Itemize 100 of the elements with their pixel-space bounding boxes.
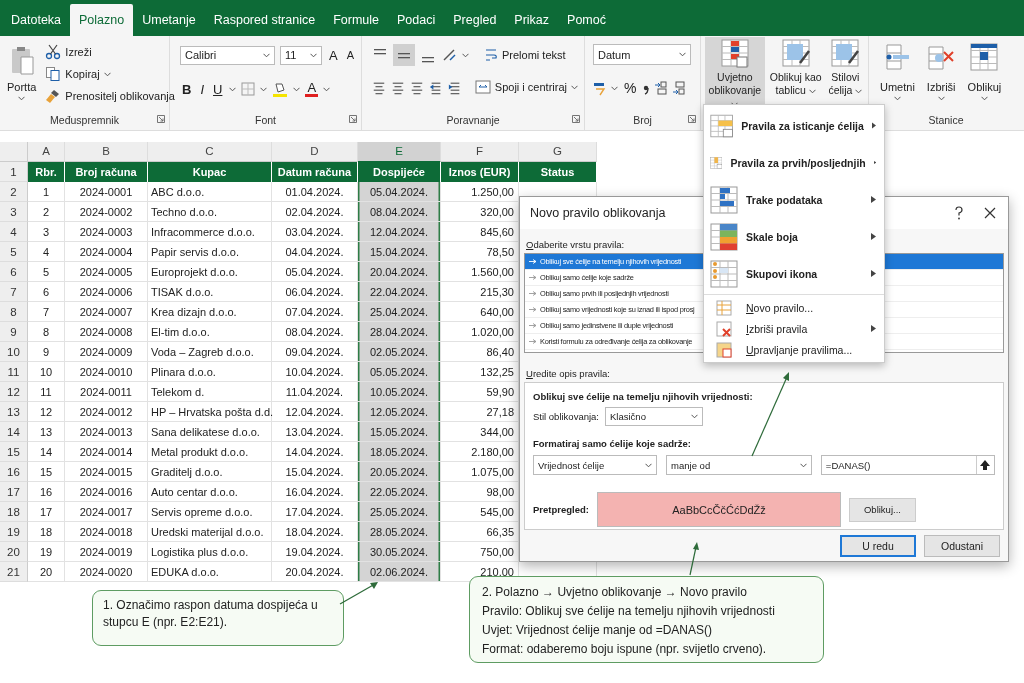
ribbon-tab[interactable]: Umetanje [133,4,205,36]
grow-font-button[interactable]: A [327,47,340,63]
column-header[interactable]: E [358,142,441,163]
percent-button[interactable]: % [622,80,639,96]
copy-button[interactable]: Kopiraj [43,65,177,83]
row-header[interactable]: 1 [0,162,28,182]
menu-item[interactable]: Trake podataka [704,181,884,218]
scissors-icon [45,44,62,60]
table-cell: 28.04.2024. [358,322,441,342]
font-color-button[interactable]: A [305,81,319,97]
dialog-launcher-icon[interactable] [572,115,580,123]
condition-operator-dropdown[interactable]: manje od [666,455,812,475]
italic-button[interactable]: I [198,81,206,97]
caret-icon [679,52,686,57]
row-header[interactable]: 8 [0,302,28,322]
table-cell: Voda – Zagreb d.o.o. [148,342,272,362]
row-header[interactable]: 5 [0,242,28,262]
table-cell: Europrojekt d.o.o. [148,262,272,282]
ok-button[interactable]: U redu [840,535,916,557]
row-header[interactable]: 14 [0,422,28,442]
new-rule-icon [716,299,732,316]
row-header[interactable]: 6 [0,262,28,282]
menu-item[interactable]: Pravila za prvih/posljednjih [704,144,884,181]
table-cell: 2024-0012 [65,402,148,422]
merge-center-button[interactable]: Spoji i centriraj [472,78,580,96]
row-header[interactable]: 9 [0,322,28,342]
column-header[interactable]: C [148,142,272,162]
caret-icon [808,89,816,94]
align-middle-icon[interactable] [393,44,415,66]
table-cell: 17 [28,502,65,522]
increase-decimal-icon[interactable] [654,81,669,95]
shrink-font-button[interactable]: A [344,49,356,61]
fill-color-icon[interactable] [272,81,289,97]
underline-button[interactable]: U [211,81,225,97]
table-cell: 4 [28,242,65,262]
row-header[interactable]: 17 [0,482,28,502]
dialog-launcher-icon[interactable] [157,115,165,123]
table-cell: 02.06.2024. [358,562,441,582]
row-header[interactable]: 13 [0,402,28,422]
ribbon-tab[interactable]: Pregled [444,4,506,36]
wrap-icon [484,47,498,63]
dialog-launcher-icon[interactable] [349,115,357,123]
ribbon-tab[interactable]: Pomoć [558,4,615,36]
table-cell: 20.04.2024. [358,262,441,282]
condition-subject-dropdown[interactable]: Vrijednost ćelije [533,455,658,475]
row-header[interactable]: 21 [0,562,28,582]
cut-button[interactable]: Izreži [43,43,177,61]
row-header[interactable]: 2 [0,182,28,202]
paste-button[interactable]: Portta [4,41,40,112]
table-cell: 16 [28,482,65,502]
row-header[interactable]: 18 [0,502,28,522]
help-icon[interactable] [954,206,964,220]
font-size-dropdown[interactable]: 11 [280,45,322,65]
row-header[interactable]: 11 [0,362,28,382]
ribbon-tab[interactable]: Prikaz [505,4,559,36]
font-name-dropdown[interactable]: Calibri [180,45,275,65]
ribbon-tab[interactable]: Podaci [388,4,445,36]
ribbon-tab[interactable]: Datoteka [2,4,71,36]
column-header[interactable]: G [519,142,597,162]
format-button[interactable]: Oblikuj... [848,497,916,522]
row-header[interactable]: 3 [0,202,28,222]
dialog-launcher-icon[interactable] [688,115,696,123]
column-header[interactable]: F [441,142,519,162]
wrap-text-button[interactable]: Prelomi tekst [482,46,568,64]
table-cell: 20.05.2024. [358,462,441,482]
close-icon[interactable] [984,207,996,219]
callout-text: Format: odaberemo boju ispune (npr. svijetlo crveno). [482,641,768,658]
number-format-dropdown[interactable]: Datum [593,44,691,65]
row-header[interactable]: 16 [0,462,28,482]
row-header[interactable]: 12 [0,382,28,402]
format-preview: AaBbCcČčĆćDdŽž [596,492,841,527]
menu-item[interactable]: Skale boja [704,218,884,255]
header-cell: Status [519,162,597,182]
ribbon-tab[interactable]: Polazno [70,4,134,36]
paintbrush-icon [45,88,62,104]
clear-rules-icon [716,320,732,337]
cancel-button[interactable]: Odustani [924,535,1000,557]
cells-button[interactable]: Oblikuj [964,41,1005,112]
caret-icon [893,96,901,101]
row-header[interactable]: 19 [0,522,28,542]
currency-icon[interactable] [593,80,607,96]
column-header[interactable]: B [65,142,148,162]
row-header[interactable]: 4 [0,222,28,242]
ribbon-tab[interactable]: Raspored stranice [204,4,325,36]
row-header[interactable]: 15 [0,442,28,462]
table-cell: 8 [28,322,65,342]
text-orientation-icon[interactable] [441,47,457,63]
ribbon-tab[interactable]: Formule [324,4,388,36]
row-header[interactable]: 20 [0,542,28,562]
style-dropdown[interactable]: Klasično [605,407,703,426]
row-header[interactable]: 10 [0,342,28,362]
column-header[interactable]: A [28,142,65,162]
column-header[interactable]: D [272,142,358,162]
row-header[interactable]: 7 [0,282,28,302]
menu-item[interactable]: Novo pravilo... [704,297,884,318]
bold-button[interactable]: B [180,81,194,97]
decrease-decimal-icon[interactable] [672,81,687,95]
formula-field[interactable]: =DANAS() [820,455,995,475]
cells-button[interactable]: Izbriši [923,41,959,112]
format-painter-button[interactable]: Prenositelj oblikovanja [43,87,177,105]
